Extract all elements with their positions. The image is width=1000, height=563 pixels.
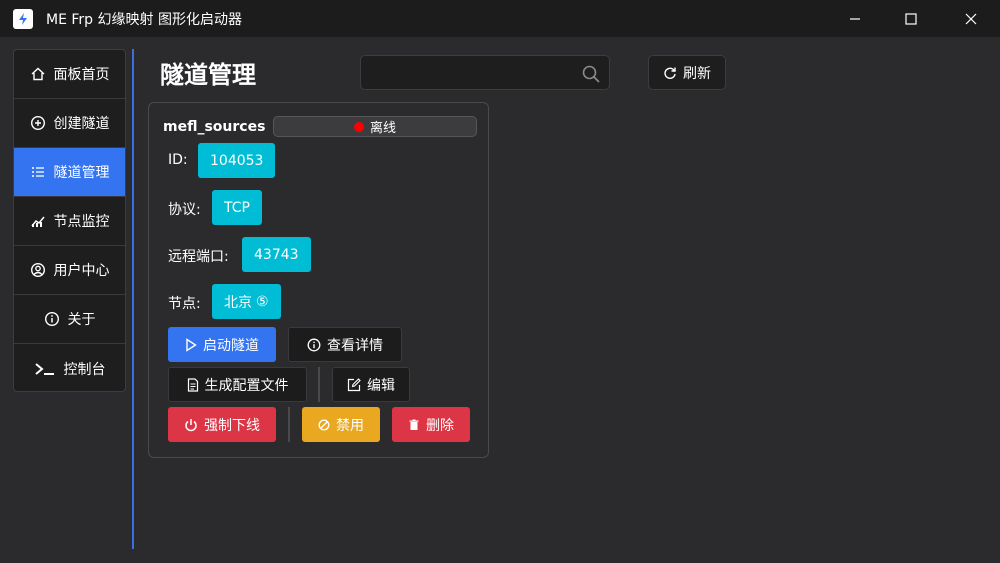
page-title: 隧道管理 — [160, 61, 256, 89]
sidebar-item-dashboard[interactable]: 面板首页 — [14, 50, 125, 99]
generate-config-button[interactable]: 生成配置文件 — [168, 367, 307, 402]
sidebar-item-label: 控制台 — [63, 361, 106, 378]
edit-button[interactable]: 编辑 — [332, 367, 410, 402]
node-badge: ⑤ — [256, 293, 269, 310]
trash-icon — [408, 419, 420, 431]
user-circle-icon — [30, 262, 46, 278]
disable-label: 禁用 — [336, 417, 364, 434]
force-offline-button[interactable]: 强制下线 — [168, 407, 276, 442]
ban-icon — [318, 418, 330, 431]
refresh-button[interactable]: 刷新 — [648, 55, 726, 90]
refresh-label: 刷新 — [683, 65, 711, 82]
generate-config-label: 生成配置文件 — [204, 377, 289, 394]
edit-label: 编辑 — [367, 377, 395, 394]
disable-button[interactable]: 禁用 — [302, 407, 380, 442]
sidebar-item-node-monitor[interactable]: 节点监控 — [14, 197, 125, 246]
play-icon — [185, 337, 197, 352]
tunnel-name: mefl_sources — [163, 119, 266, 135]
info-icon — [307, 338, 321, 352]
search-icon[interactable] — [581, 64, 601, 84]
protocol-label: 协议: — [168, 202, 201, 218]
id-label: ID: — [168, 152, 188, 168]
status-text: 离线 — [369, 121, 396, 136]
view-details-button[interactable]: 查看详情 — [288, 327, 402, 362]
power-icon — [184, 418, 198, 432]
sidebar-item-label: 面板首页 — [53, 67, 110, 83]
sidebar-item-label: 隧道管理 — [53, 165, 110, 181]
refresh-icon — [663, 66, 677, 80]
sidebar-item-about[interactable]: 关于 — [14, 295, 125, 344]
divider — [132, 49, 134, 549]
sidebar-item-label: 创建隧道 — [53, 116, 110, 132]
start-tunnel-label: 启动隧道 — [203, 337, 259, 354]
list-icon — [30, 164, 46, 180]
minimize-button[interactable] — [832, 0, 878, 37]
edit-icon — [347, 377, 361, 392]
file-icon — [187, 377, 199, 392]
home-icon — [30, 66, 46, 82]
sidebar-item-console[interactable]: 控制台 — [14, 344, 125, 391]
info-icon — [44, 311, 60, 327]
search-input[interactable] — [360, 55, 610, 90]
delete-button[interactable]: 删除 — [392, 407, 470, 442]
tunnel-card: mefl_sources 离线 ID: 104053 协议: TCP 远程端口:… — [148, 102, 489, 458]
window-title: ME Frp 幻缘映射 图形化启动器 — [46, 12, 242, 28]
sidebar-item-label: 用户中心 — [53, 263, 110, 279]
status-badge: 离线 — [273, 116, 477, 137]
delete-label: 删除 — [426, 417, 454, 434]
node-name: 北京 — [224, 294, 252, 311]
button-separator — [288, 407, 290, 442]
close-button[interactable] — [948, 0, 994, 37]
title-bar: ME Frp 幻缘映射 图形化启动器 — [0, 0, 1000, 37]
status-dot-icon — [353, 121, 364, 132]
terminal-icon — [34, 361, 56, 377]
plus-circle-icon — [30, 115, 46, 131]
view-details-label: 查看详情 — [327, 337, 383, 354]
sidebar-item-label: 节点监控 — [53, 214, 110, 230]
start-tunnel-button[interactable]: 启动隧道 — [168, 327, 276, 362]
maximize-button[interactable] — [888, 0, 934, 37]
sidebar: 面板首页 创建隧道 隧道管理 节点监控 用户中心 关于 控制台 — [13, 49, 126, 392]
sidebar-item-label: 关于 — [67, 312, 96, 328]
remote-port-value: 43743 — [242, 237, 311, 272]
remote-port-label: 远程端口: — [168, 249, 229, 265]
chart-icon — [30, 213, 46, 229]
lightning-bolt-icon — [13, 9, 33, 29]
sidebar-item-create-tunnel[interactable]: 创建隧道 — [14, 99, 125, 148]
node-value: 北京 ⑤ — [212, 284, 281, 319]
sidebar-item-user-center[interactable]: 用户中心 — [14, 246, 125, 295]
sidebar-item-tunnel-management[interactable]: 隧道管理 — [14, 148, 125, 197]
force-offline-label: 强制下线 — [204, 417, 260, 434]
protocol-value: TCP — [212, 190, 262, 225]
button-separator — [318, 367, 320, 402]
id-value: 104053 — [198, 143, 276, 178]
node-label: 节点: — [168, 296, 201, 312]
